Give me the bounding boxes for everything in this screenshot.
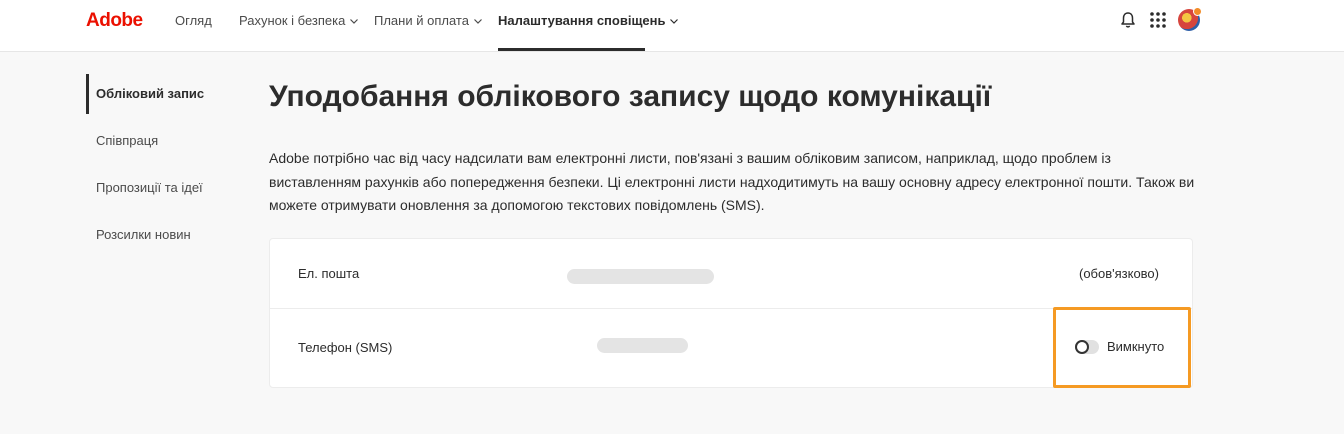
nav-item-notification-settings[interactable]: Налаштування сповіщень [498,13,679,28]
nav-item-plans-payment[interactable]: Плани й оплата [374,13,483,28]
nav-item-account-security[interactable]: Рахунок і безпека [239,13,359,28]
email-row: Ел. пошта (обов'язково) [270,239,1192,309]
sidebar-item-collaboration[interactable]: Співпраця [86,121,158,161]
sms-toggle-control[interactable]: Вимкнуто [1075,339,1164,354]
page-description: Adobe потрібно час від часу надсилати ва… [269,150,1195,213]
redacted-phone-value [597,338,688,353]
bell-icon[interactable] [1118,10,1138,30]
page-title: Уподобання облікового запису щодо комуні… [269,80,992,113]
nav-item-label: Налаштування сповіщень [498,13,666,28]
sidebar-item-offers-ideas[interactable]: Пропозиції та ідеї [86,168,203,208]
sidebar-item-newsletters[interactable]: Розсилки новин [86,215,191,255]
sms-toggle-switch[interactable] [1075,339,1099,354]
nav-item-label: Огляд [175,13,212,28]
sms-toggle-label: Вимкнуто [1107,339,1165,354]
active-tab-indicator [498,48,645,51]
nav-item-label: Плани й оплата [374,13,469,28]
apps-grid-icon[interactable] [1148,10,1168,30]
adobe-logo[interactable]: Adobe [86,10,143,32]
email-label: Ел. пошта [298,266,360,281]
nav-item-label: Рахунок і безпека [239,13,346,28]
phone-sms-label: Телефон (SMS) [298,340,393,355]
required-status: (обов'язково) [1078,266,1159,281]
sms-row: Телефон (SMS) Вимкнуто [270,309,1192,387]
communication-preferences-card: Ел. пошта (обов'язково) Телефон (SMS) Ви… [269,238,1193,388]
chevron-down-icon [474,18,482,24]
notification-dot [1193,7,1202,16]
nav-item-overview[interactable]: Огляд [175,13,212,28]
chevron-down-icon [350,18,359,24]
sidebar-item-account[interactable]: Обліковий запис [86,74,204,114]
chevron-down-icon [670,18,679,24]
top-navigation-bar: Adobe Огляд Рахунок і безпека Плани й оп… [0,0,1344,52]
redacted-email-value [567,269,714,284]
